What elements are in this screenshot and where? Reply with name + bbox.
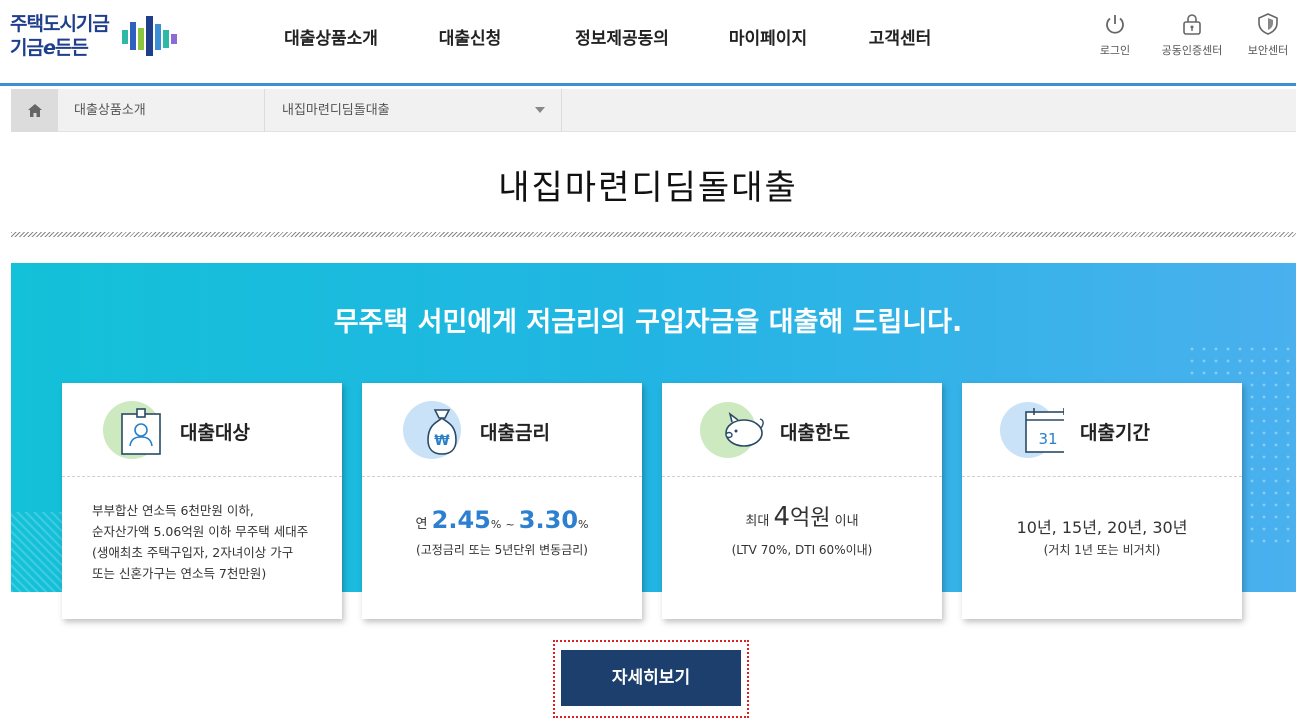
limit-value: 4 [773,502,791,532]
main-nav: 대출상품소개 대출신청 정보제공동의 마이페이지 고객센터 [260,24,970,54]
rate-note: (고정금리 또는 5년단위 변동금리) [416,543,588,557]
limit-suffix: 이내 [834,514,859,529]
security-center-button[interactable]: 보안센터 [1228,12,1296,58]
rate-max: 3.30 [518,506,579,534]
home-icon [27,104,42,117]
nav-loan-products[interactable]: 대출상품소개 [260,24,402,54]
target-line: 또는 신혼가구는 연소득 7천만원) [92,566,267,581]
calendar-icon: 31 [1000,402,1064,458]
page-title: 내집마련디딤돌대출 [498,168,798,208]
piggy-bank-icon [700,402,764,458]
nav-loan-apply[interactable]: 대출신청 [402,24,538,54]
target-line: 순자산가액 5.06억원 이하 무주택 세대주 [92,524,309,539]
limit-unit: 억원 [790,506,831,531]
card-label: 대출금리 [480,422,550,444]
card-head: 대출대상 [62,383,342,477]
logo-mark-icon [122,16,177,56]
card-body: 연 2.45% ~ 3.30% (고정금리 또는 5년단위 변동금리) [362,478,642,619]
limit-prefix: 최대 [745,514,770,529]
breadcrumb-level1[interactable]: 대출상품소개 [58,89,265,132]
card-loan-limit: 대출한도 최대 4억원 이내 (LTV 70%, DTI 60%이내) [662,383,942,619]
card-label: 대출한도 [780,422,850,444]
card-head: 31 대출기간 [962,383,1242,477]
view-details-button[interactable]: 자세히보기 [561,650,741,706]
card-label: 대출대상 [180,422,250,444]
logo[interactable]: 주택도시기금 기금e든든 [10,12,190,64]
shield-icon [1258,13,1278,35]
rate-min: 2.45 [431,506,491,534]
lock-icon [1183,14,1201,35]
card-loan-target: 대출대상 부부합산 연소득 6천만원 이하, 순자산가액 5.06억원 이하 무… [62,383,342,619]
security-center-label: 보안센터 [1247,44,1289,57]
cert-center-button[interactable]: 공동인증센터 [1152,12,1232,58]
card-head: ₩ 대출금리 [362,383,642,477]
period-note: (거치 1년 또는 비거치) [1043,543,1161,557]
target-line: 부부합산 연소득 6천만원 이하, [92,503,254,518]
nav-info-consent[interactable]: 정보제공동의 [538,24,706,54]
breadcrumb-home[interactable] [11,89,58,132]
title-divider [11,232,1296,237]
nav-mypage[interactable]: 마이페이지 [706,24,830,54]
login-button[interactable]: 로그인 [1075,12,1155,58]
logo-line1: 주택도시기금 [10,13,110,35]
hero-title: 무주택 서민에게 저금리의 구입자금을 대출해 드립니다. [333,307,963,338]
login-label: 로그인 [1099,44,1131,57]
card-head: 대출한도 [662,383,942,477]
card-loan-period: 31 대출기간 10년, 15년, 20년, 30년 (거치 1년 또는 비거치… [962,383,1242,619]
card-label: 대출기간 [1080,422,1150,444]
target-description: 부부합산 연소득 6천만원 이하, 순자산가액 5.06억원 이하 무주택 세대… [92,500,342,584]
id-badge-icon [103,401,161,459]
logo-line2: 기금e든든 [10,37,89,59]
limit-note: (LTV 70%, DTI 60%이내) [731,543,873,557]
card-body: 최대 4억원 이내 (LTV 70%, DTI 60%이내) [662,478,942,619]
target-line: (생애최초 주택구입자, 2자녀이상 가구 [92,545,294,560]
breadcrumb-level2-dropdown[interactable]: 내집마련디딤돌대출 [266,89,562,132]
power-icon [1106,15,1124,34]
limit-amount: 최대 4억원 이내 [662,500,942,532]
rate-unit: % [490,518,502,531]
rate-unit: % [578,518,589,531]
rate-tilde: ~ [505,518,515,531]
period-value: 10년, 15년, 20년, 30년 [1016,518,1188,537]
card-loan-rate: ₩ 대출금리 연 2.45% ~ 3.30% (고정금리 또는 5년단위 변동금… [362,383,642,619]
breadcrumb-level2-label: 내집마련디딤돌대출 [282,103,390,118]
svg-text:31: 31 [1038,430,1057,448]
breadcrumb: 대출상품소개 내집마련디딤돌대출 [11,89,1296,132]
card-body: 부부합산 연소득 6천만원 이하, 순자산가액 5.06억원 이하 무주택 세대… [62,478,342,619]
header: 주택도시기금 기금e든든 대출상품소개 대출신청 정보제공동의 마이페이지 고객… [0,0,1296,86]
chevron-down-icon [535,107,545,113]
cert-center-label: 공동인증센터 [1161,44,1223,57]
nav-customer-center[interactable]: 고객센터 [830,24,970,54]
card-body: 10년, 15년, 20년, 30년 (거치 1년 또는 비거치) [962,478,1242,619]
rate-range: 연 2.45% ~ 3.30% [362,506,642,534]
money-bag-icon: ₩ [403,401,461,459]
svg-text:₩: ₩ [434,433,450,449]
rate-prefix: 연 [415,517,428,532]
logo-text: 주택도시기금 기금e든든 [10,12,110,60]
